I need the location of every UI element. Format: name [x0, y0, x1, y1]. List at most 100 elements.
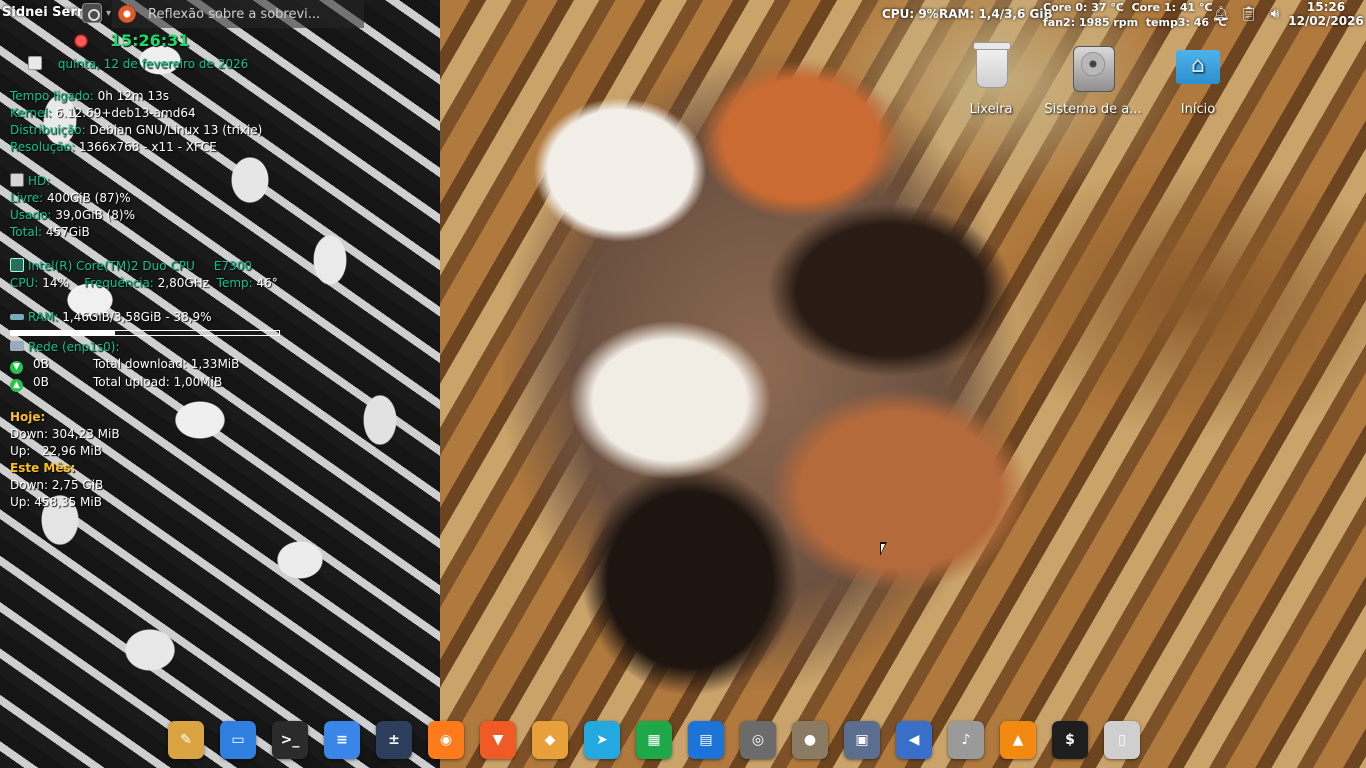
temp-value: 46°	[256, 276, 278, 290]
cpu-model: Intel(R) Core(TM)2 Duo CPU E7300	[28, 259, 252, 273]
calculator-icon: ±	[388, 732, 400, 748]
ram-monitor[interactable]: RAM: 1,4/3,6 GiB	[939, 7, 1053, 21]
cpu-label: CPU:	[10, 276, 39, 290]
ram-value: 1,46GiB/3,58GiB - 38,9%	[62, 310, 212, 324]
dock-launcher-gimp[interactable]: ●	[792, 721, 828, 759]
dock-launcher-spreadsheet[interactable]: ▦	[636, 721, 672, 759]
ram-row: RAM: 1,46GiB/3,58GiB - 38,9%	[10, 309, 300, 326]
firefox-icon	[118, 5, 136, 23]
dock-launcher-file-manager[interactable]: ▭	[220, 721, 256, 759]
desktop-icon-home[interactable]: Início	[1143, 40, 1253, 117]
desktop-icon-trash[interactable]: Lixeira	[936, 40, 1046, 117]
ram-usage-bar-fill	[11, 331, 116, 335]
clock-date: 12/02/2026	[1288, 14, 1364, 28]
dock-launcher-brave[interactable]: ▼	[480, 721, 516, 759]
dock-launcher-bird[interactable]: ➤	[584, 721, 620, 759]
hd-used-row: Usado: 39,0GiB (8)%	[10, 207, 300, 224]
archive-icon: ◆	[544, 732, 556, 748]
freq-label: Frequência:	[84, 276, 154, 290]
mouse-cursor-icon	[880, 542, 887, 556]
desktop-icon-label: Início	[1180, 102, 1216, 117]
cpu-stats-row: CPU: 14% Frequência: 2,80GHz Temp: 46°	[10, 275, 300, 292]
desktop-icon-filesystem[interactable]: Sistema de a...	[1038, 40, 1148, 117]
hard-drive-icon	[1069, 40, 1117, 92]
dock-launcher-shell[interactable]: $	[1052, 721, 1088, 759]
resolution-value: 1366x768 - x11 - XFCE	[78, 140, 217, 154]
home-folder-icon	[1174, 40, 1222, 92]
dock-launcher-scanner[interactable]: ▣	[844, 721, 880, 759]
desktop-icon-label: Lixeira	[969, 102, 1013, 117]
sensors-line: fan2: 1985 rpm temp3: 46 °C	[1043, 16, 1227, 29]
hd-free-value: 400GiB (87)%	[47, 191, 131, 205]
dock-launcher-audio[interactable]: ◀	[896, 721, 932, 759]
cpu-monitor[interactable]: CPU: 9%	[882, 7, 939, 21]
file-manager-icon: ▭	[231, 732, 245, 748]
scanner-icon: ▣	[855, 732, 869, 748]
app-launcher-icon[interactable]	[82, 3, 102, 23]
today-down: Down: 304,23 MiB	[10, 427, 120, 441]
taskbar-window-title: Reflexão sobre a sobrevi...	[148, 6, 321, 22]
bell-icon[interactable]: 🔔︎	[1212, 6, 1230, 22]
upload-speed: 0B	[33, 375, 49, 389]
dock-launcher-trash[interactable]: ▯	[1104, 721, 1140, 759]
distro-label: Distribuição:	[10, 123, 86, 137]
user-menu[interactable]: Sidnei Serra	[2, 5, 92, 20]
download-row: ▼ 0B Total download: 1,33MiB	[10, 356, 300, 374]
vlc-icon: ▲	[1012, 732, 1024, 748]
month-up: Up: 458,35 MiB	[10, 495, 102, 509]
writer-icon: ▤	[699, 732, 713, 748]
hd-title: HD:	[28, 174, 51, 188]
sensors-line: Core 0: 37 °C Core 1: 41 °C	[1043, 1, 1213, 14]
download-arrow-icon: ▼	[10, 361, 23, 374]
dock: ✎ ▭ >_ ≡ ± ◉ ▼ ◆ ➤ ▦ ▤ ◎ ● ▣ ◀ ♪ ▲ $ ▯	[168, 716, 1140, 764]
month-title: Este Mês:	[10, 461, 76, 475]
separator-icon: ▾	[106, 8, 112, 19]
alarm-clock-icon	[74, 34, 88, 48]
resolution-label: Resolução:	[10, 140, 76, 154]
trash-icon: ▯	[1118, 732, 1126, 748]
upload-total: Total upload: 1,00MiB	[93, 375, 223, 389]
desktop-icon-label: Sistema de a...	[1044, 102, 1142, 117]
dock-launcher-settings[interactable]: ≡	[324, 721, 360, 759]
taskbar-window-button[interactable]: Reflexão sobre a sobrevi...	[112, 0, 364, 28]
download-total: Total download: 1,33MiB	[93, 357, 240, 371]
hd-total-row: Total: 457GiB	[10, 224, 300, 241]
net-title-row: Rede (enp1s0):	[10, 339, 300, 356]
dock-launcher-writer[interactable]: ▤	[688, 721, 724, 759]
dock-launcher-volume[interactable]: ♪	[948, 721, 984, 759]
today-up: Up: 22,96 MiB	[10, 444, 102, 458]
kernel-row: Kernel: 6.12.69+deb13-amd64	[10, 105, 300, 122]
dock-launcher-firefox[interactable]: ◉	[428, 721, 464, 759]
dock-launcher-calculator[interactable]: ±	[376, 721, 412, 759]
hd-used-value: 39,0GiB (8)%	[55, 208, 136, 222]
kernel-label: Kernel:	[10, 106, 52, 120]
clipboard-icon[interactable]: 📋︎	[1240, 6, 1258, 22]
download-speed: 0B	[33, 357, 49, 371]
conky-widget: 15:26:31 quinta, 12 de fevereiro de 2026…	[10, 32, 300, 511]
volume-icon[interactable]: 🔊︎	[1267, 6, 1283, 22]
uptime-value: 0h 12m 13s	[97, 89, 169, 103]
brush-icon: ✎	[180, 732, 192, 748]
upload-row: ▲ 0B Total upload: 1,00MiB	[10, 374, 300, 392]
dock-launcher-archive[interactable]: ◆	[532, 721, 568, 759]
month-down: Down: 2,75 GiB	[10, 478, 104, 492]
clock[interactable]: 15:26 12/02/2026	[1288, 0, 1364, 28]
hd-used-label: Usado:	[10, 208, 52, 222]
dock-launcher-terminal[interactable]: >_	[272, 721, 308, 759]
dock-launcher-vlc[interactable]: ▲	[1000, 721, 1036, 759]
audio-icon: ◀	[908, 732, 920, 748]
firefox-icon: ◉	[439, 732, 453, 748]
top-panel: Sidnei Serra ▾ Reflexão sobre a sobrevi.…	[0, 0, 1366, 29]
distro-row: Distribuição: Debian GNU/Linux 13 (trixi…	[10, 122, 300, 139]
hd-total-label: Total:	[10, 225, 43, 239]
brave-icon: ▼	[492, 732, 504, 748]
shell-icon: $	[1065, 732, 1075, 748]
dock-launcher-screenshot[interactable]: ◎	[740, 721, 776, 759]
hd-total-value: 457GiB	[45, 225, 90, 239]
dock-launcher-brush[interactable]: ✎	[168, 721, 204, 759]
sensors-plugin[interactable]: Core 0: 37 °C Core 1: 41 °C fan2: 1985 r…	[1043, 0, 1226, 30]
settings-icon: ≡	[336, 732, 348, 748]
upload-arrow-icon: ▲	[10, 379, 23, 392]
network-icon	[10, 341, 24, 351]
bird-icon: ➤	[596, 732, 608, 748]
